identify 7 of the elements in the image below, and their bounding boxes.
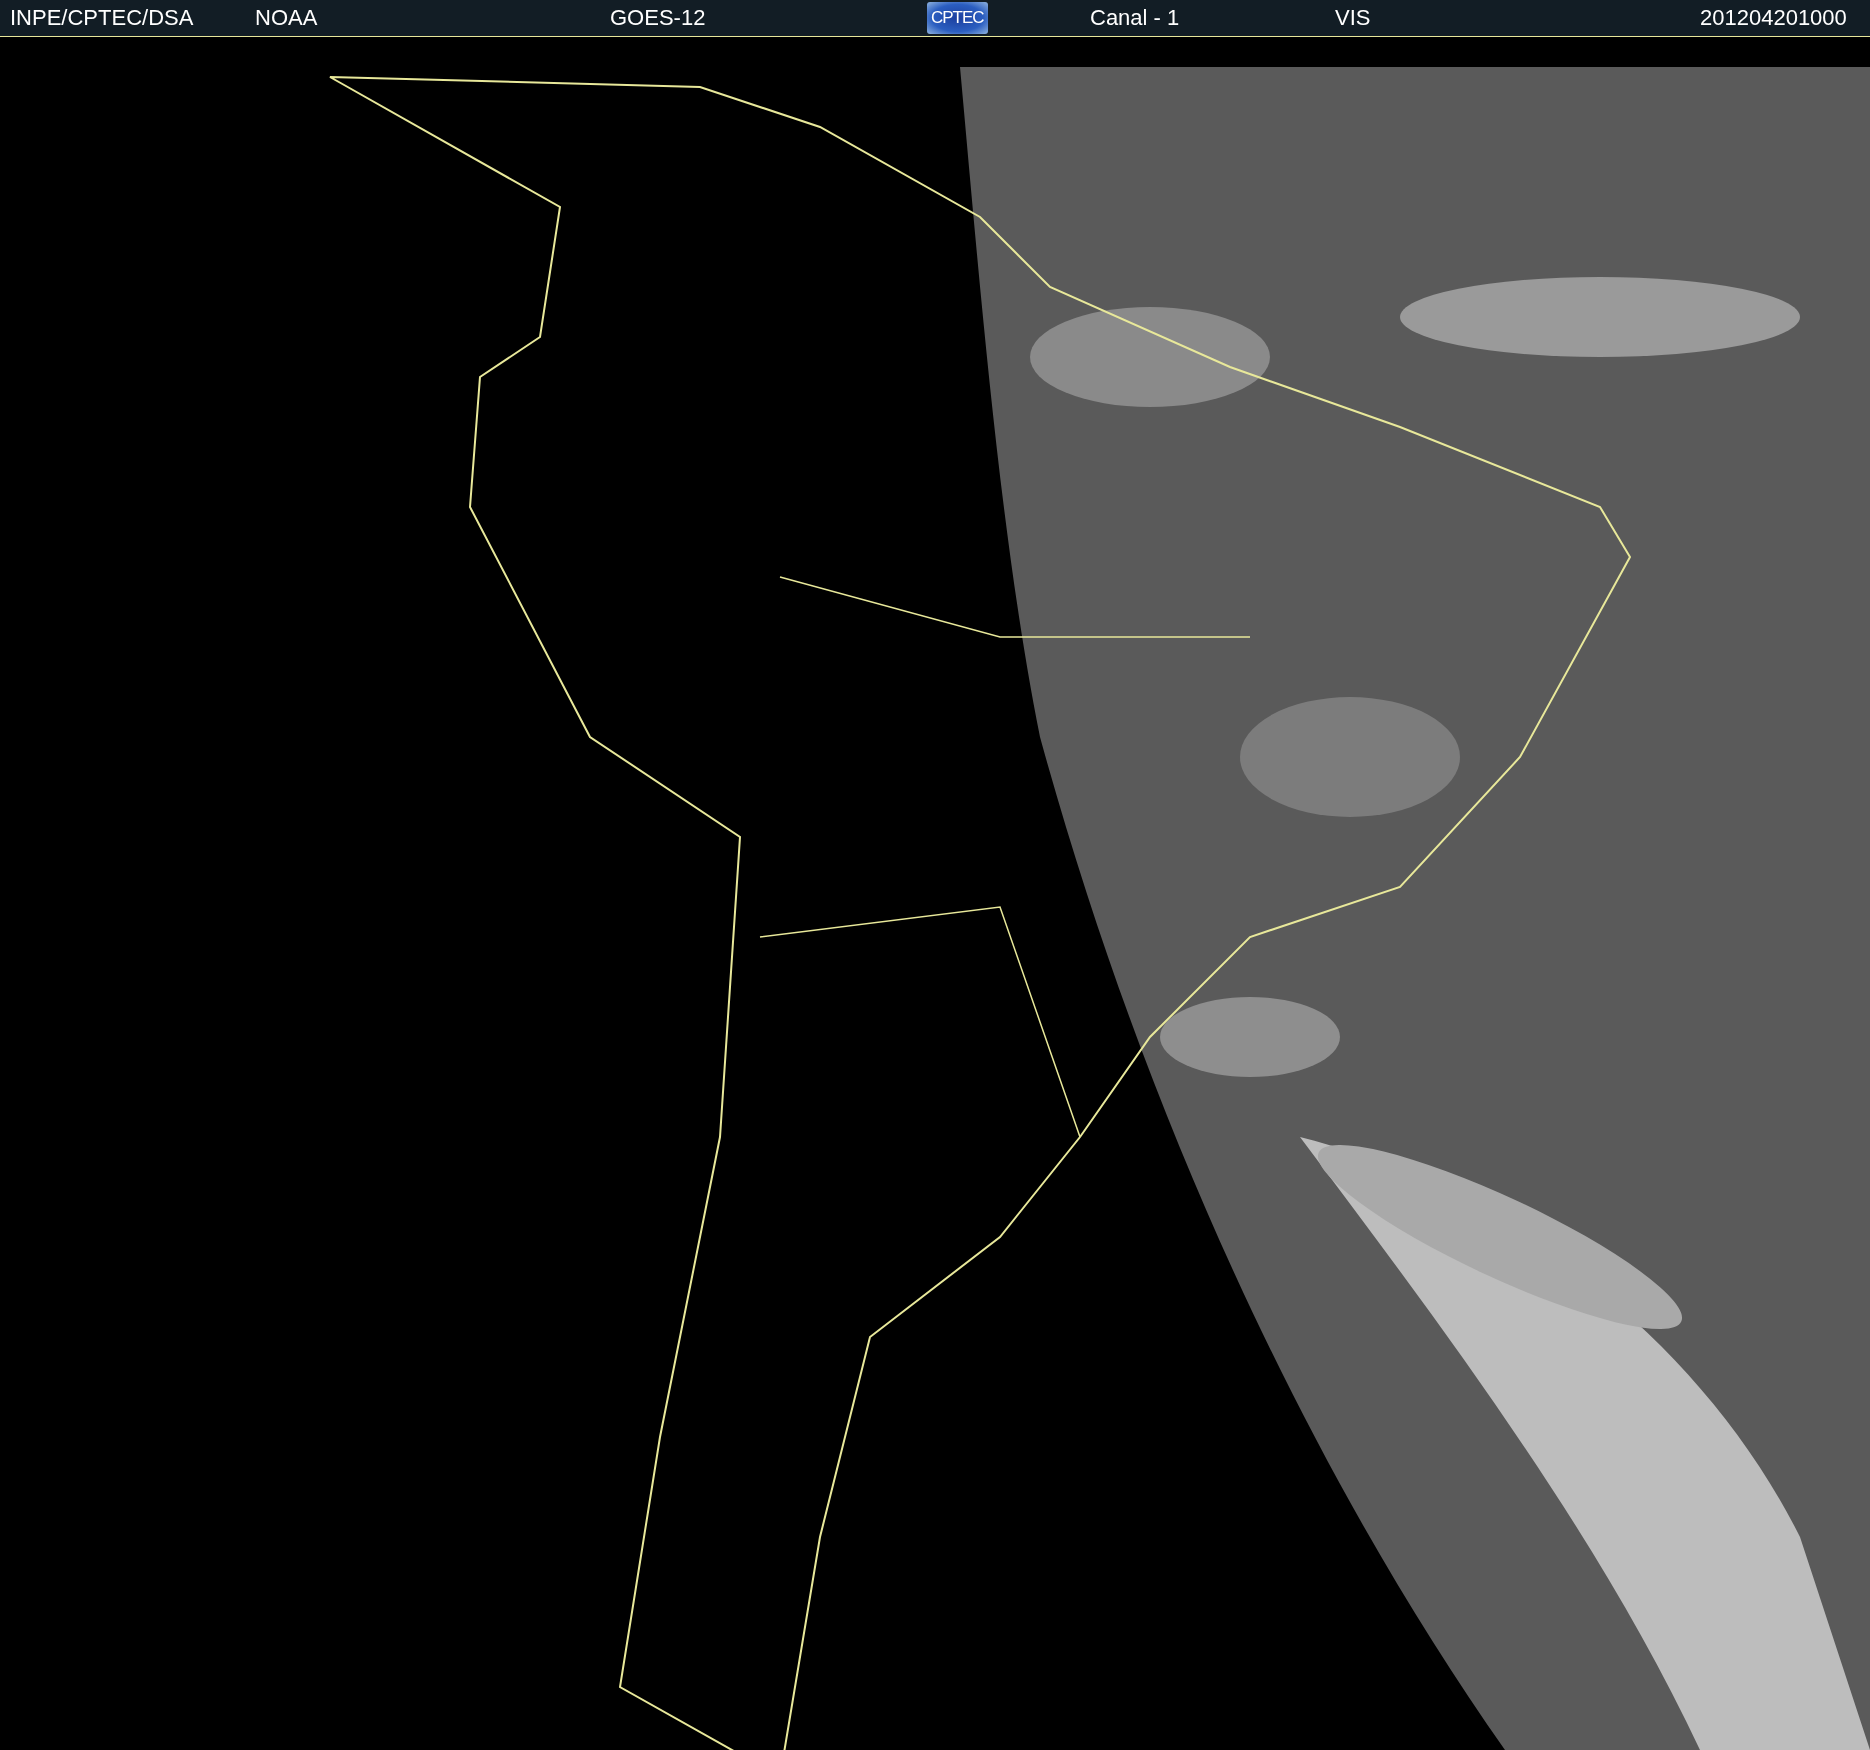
- header-label: Canal - 1: [1090, 5, 1180, 31]
- header-label: VIS: [1335, 5, 1371, 31]
- header-label: 201204201000: [1700, 5, 1847, 31]
- logo: CPTEC: [927, 2, 988, 34]
- header-label: NOAA: [255, 5, 318, 31]
- header-label: GOES-12: [610, 5, 706, 31]
- header-label: INPE/CPTEC/DSA: [10, 5, 194, 31]
